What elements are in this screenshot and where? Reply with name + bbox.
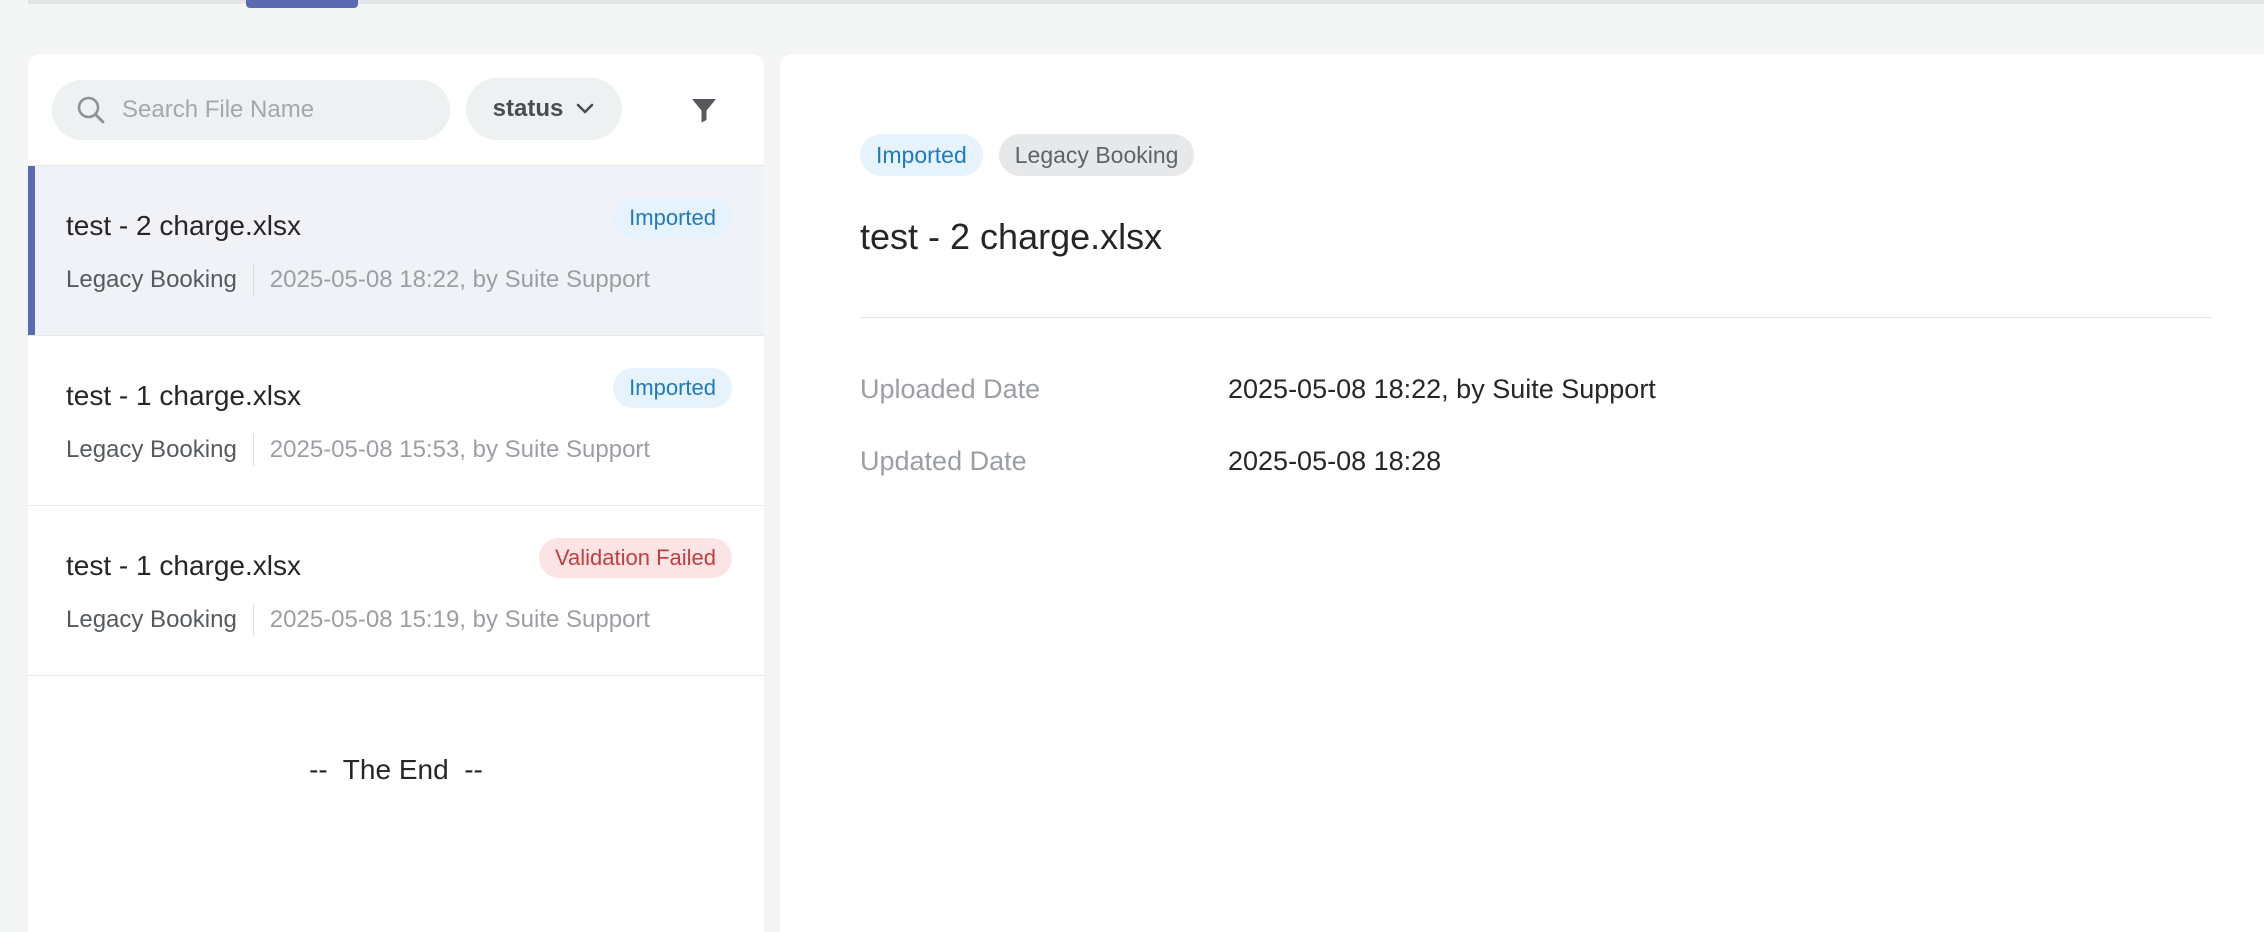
status-badge: Imported bbox=[613, 368, 732, 408]
file-type: Legacy Booking bbox=[66, 606, 237, 633]
filter-icon bbox=[692, 99, 716, 123]
filter-button[interactable] bbox=[688, 94, 720, 126]
file-meta: Legacy Booking 2025-05-08 15:19, by Suit… bbox=[66, 604, 650, 636]
list-end-marker: -- The End -- bbox=[309, 754, 483, 785]
search-box[interactable] bbox=[52, 80, 450, 140]
list-toolbar: status bbox=[28, 54, 764, 166]
detail-type-tag: Legacy Booking bbox=[998, 134, 1195, 176]
status-badge: Imported bbox=[613, 198, 732, 238]
file-list-item[interactable]: test - 2 charge.xlsx Imported Legacy Boo… bbox=[28, 166, 764, 336]
file-name: test - 1 charge.xlsx bbox=[66, 380, 301, 411]
file-type: Legacy Booking bbox=[66, 266, 237, 293]
status-badge: Validation Failed bbox=[538, 538, 732, 578]
meta-divider bbox=[252, 434, 254, 466]
detail-status-tag: Imported bbox=[860, 134, 983, 176]
meta-divider bbox=[252, 264, 254, 296]
file-name: test - 1 charge.xlsx bbox=[66, 550, 301, 581]
detail-title: test - 2 charge.xlsx bbox=[860, 216, 1163, 257]
file-name: test - 2 charge.xlsx bbox=[66, 210, 301, 241]
file-uploaded: 2025-05-08 18:22, by Suite Support bbox=[269, 266, 651, 293]
file-list-item[interactable]: test - 1 charge.xlsx Imported Legacy Boo… bbox=[28, 336, 764, 506]
detail-divider bbox=[860, 317, 2212, 318]
search-icon bbox=[77, 96, 105, 124]
top-tab-bar bbox=[28, 0, 2264, 8]
file-list-item[interactable]: test - 1 charge.xlsx Validation Failed L… bbox=[28, 506, 764, 676]
status-filter-label: status bbox=[492, 95, 564, 122]
file-type: Legacy Booking bbox=[66, 436, 237, 463]
uploaded-date-value: 2025-05-08 18:22, by Suite Support bbox=[1228, 374, 1656, 404]
file-list-panel: status test - 2 charge.xlsx Imported Leg… bbox=[28, 54, 764, 932]
chevron-down-icon bbox=[577, 103, 594, 114]
file-meta: Legacy Booking 2025-05-08 18:22, by Suit… bbox=[66, 264, 650, 296]
active-tab-indicator bbox=[246, 0, 358, 8]
file-detail-panel: Imported Legacy Booking test - 2 charge.… bbox=[780, 54, 2264, 932]
meta-divider bbox=[252, 604, 254, 636]
uploaded-date-label: Uploaded Date bbox=[860, 374, 1041, 404]
file-meta: Legacy Booking 2025-05-08 15:53, by Suit… bbox=[66, 434, 650, 466]
file-uploaded: 2025-05-08 15:19, by Suite Support bbox=[269, 606, 651, 633]
status-filter-button[interactable]: status bbox=[466, 78, 622, 140]
updated-date-label: Updated Date bbox=[860, 446, 1027, 476]
search-input[interactable] bbox=[122, 96, 422, 124]
file-uploaded: 2025-05-08 15:53, by Suite Support bbox=[269, 436, 651, 463]
updated-date-value: 2025-05-08 18:28 bbox=[1228, 446, 1442, 476]
detail-tags: Imported Legacy Booking bbox=[860, 134, 1195, 176]
